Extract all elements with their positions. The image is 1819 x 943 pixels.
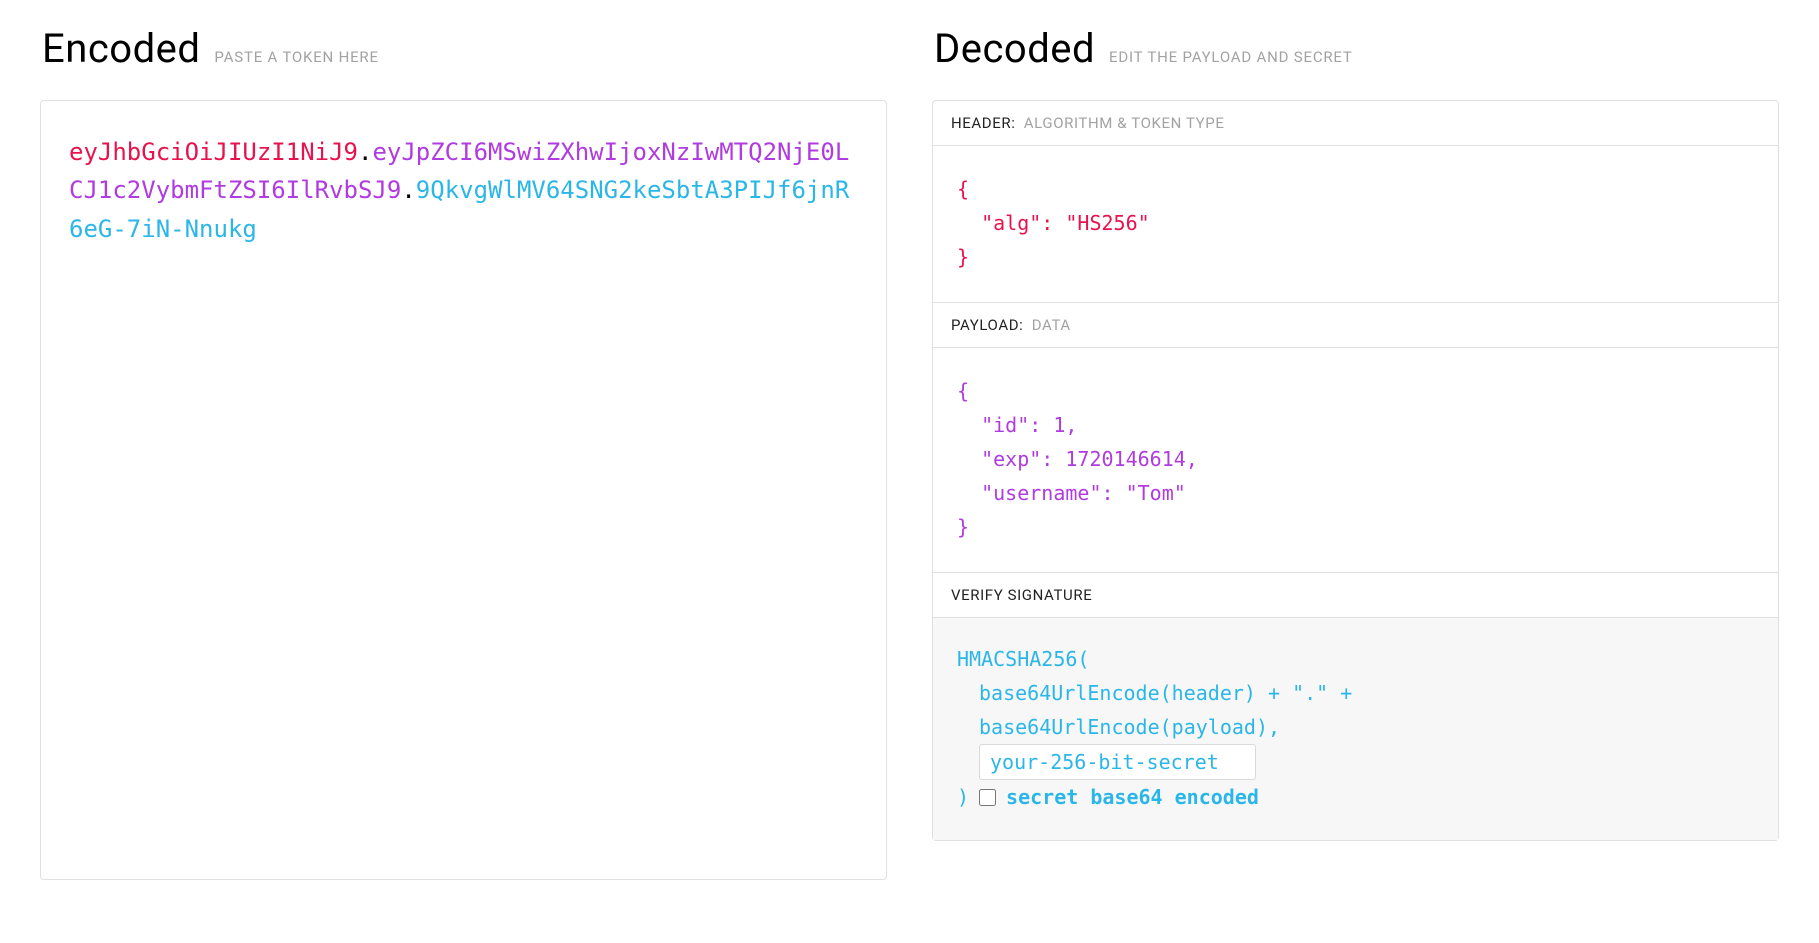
decoded-payload-label: PAYLOAD: xyxy=(951,316,1023,334)
signature-line-2: base64UrlEncode(header) + "." + xyxy=(957,676,1754,710)
signature-line-3: base64UrlEncode(payload), xyxy=(957,710,1754,744)
decoded-signature-section: VERIFY SIGNATURE HMACSHA256( base64UrlEn… xyxy=(933,573,1778,840)
decoded-column: Decoded EDIT THE PAYLOAD AND SECRET HEAD… xyxy=(932,25,1779,880)
secret-base64-checkbox[interactable] xyxy=(979,789,996,806)
encoded-title: Encoded xyxy=(42,25,200,72)
encoded-column: Encoded PASTE A TOKEN HERE eyJhbGciOiJIU… xyxy=(40,25,887,880)
signature-line-1: HMACSHA256( xyxy=(957,642,1754,676)
decoded-payload-section: PAYLOAD: DATA { "id": 1, "exp": 17201466… xyxy=(933,303,1778,573)
decoded-payload-sub: DATA xyxy=(1032,316,1071,334)
decoded-header-sub: ALGORITHM & TOKEN TYPE xyxy=(1024,114,1225,132)
encoded-title-row: Encoded PASTE A TOKEN HERE xyxy=(42,25,887,72)
decoded-signature-body: HMACSHA256( base64UrlEncode(header) + ".… xyxy=(933,618,1778,840)
decoded-signature-label: VERIFY SIGNATURE xyxy=(951,586,1092,604)
decoded-title-row: Decoded EDIT THE PAYLOAD AND SECRET xyxy=(934,25,1779,72)
secret-input[interactable] xyxy=(979,744,1256,780)
decoded-header-section: HEADER: ALGORITHM & TOKEN TYPE { "alg": … xyxy=(933,101,1778,303)
decoded-header-editor[interactable]: { "alg": "HS256" } xyxy=(933,146,1778,302)
decoded-header-content: { "alg": "HS256" } xyxy=(957,172,1754,274)
decoded-payload-editor[interactable]: { "id": 1, "exp": 1720146614, "username"… xyxy=(933,348,1778,572)
decoded-title: Decoded xyxy=(934,25,1095,72)
decoded-signature-heading: VERIFY SIGNATURE xyxy=(933,573,1778,618)
decoded-payload-content: { "id": 1, "exp": 1720146614, "username"… xyxy=(957,374,1754,544)
decoded-header-heading: HEADER: ALGORITHM & TOKEN TYPE xyxy=(933,101,1778,146)
decoded-hint: EDIT THE PAYLOAD AND SECRET xyxy=(1109,48,1353,66)
secret-base64-label: secret base64 encoded xyxy=(1006,780,1259,814)
decoded-header-label: HEADER: xyxy=(951,114,1015,132)
token-header-part: eyJhbGciOiJIUzI1NiJ9 xyxy=(69,138,358,166)
encoded-token-input[interactable]: eyJhbGciOiJIUzI1NiJ9.eyJpZCI6MSwiZXhwIjo… xyxy=(40,100,887,880)
encoded-hint: PASTE A TOKEN HERE xyxy=(214,48,378,66)
decoded-panel: HEADER: ALGORITHM & TOKEN TYPE { "alg": … xyxy=(932,100,1779,841)
signature-close-paren: ) xyxy=(957,780,969,814)
decoded-payload-heading: PAYLOAD: DATA xyxy=(933,303,1778,348)
